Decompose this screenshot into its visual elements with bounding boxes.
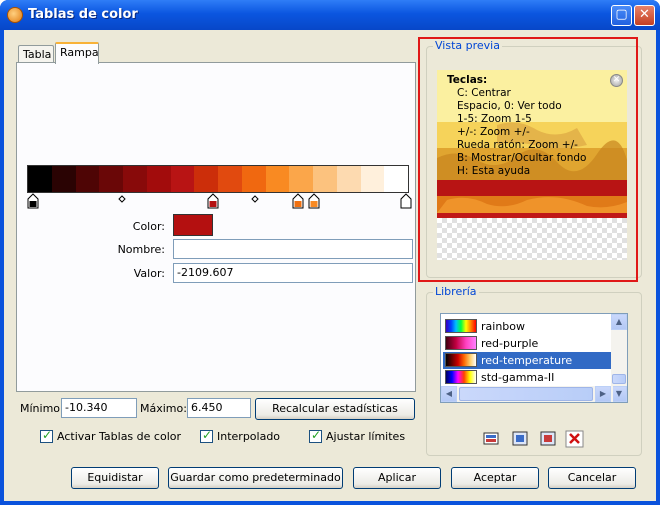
name-label: Nombre:	[117, 243, 165, 256]
library-horizontal-scrollbar[interactable]: ◀ ▶	[441, 386, 613, 402]
stop-marker-white	[400, 193, 412, 209]
ramp-segment	[289, 166, 313, 192]
save-library-icon[interactable]	[539, 430, 559, 448]
app-icon	[7, 7, 23, 23]
max-label: Máximo:	[140, 402, 187, 415]
import-library-icon[interactable]	[482, 430, 502, 448]
help-line: Espacio, 0: Ver todo	[457, 100, 562, 112]
list-item[interactable]: red-purple	[443, 335, 613, 352]
library-vertical-scrollbar[interactable]: ▲ ▼	[611, 314, 627, 402]
scroll-up-icon[interactable]: ▲	[611, 314, 627, 330]
list-item[interactable]: rainbow	[443, 318, 613, 335]
ramp-segment	[170, 166, 195, 192]
equidistar-button[interactable]: Equidistar	[71, 467, 159, 489]
transparent-background	[437, 218, 627, 260]
export-library-icon[interactable]	[511, 430, 531, 448]
tab-rampa[interactable]: Rampa	[55, 42, 99, 64]
preview-canvas[interactable]: ✕ Teclas: C: Centrar Espacio, 0: Ver tod…	[437, 70, 627, 260]
stop-marker-red	[207, 193, 219, 209]
ramp-segment	[360, 166, 385, 192]
help-line: Rueda ratón: Zoom +/-	[457, 139, 578, 151]
color-label: Color:	[132, 220, 165, 233]
color-ramp[interactable]	[27, 165, 409, 193]
library-title: Librería	[433, 285, 479, 298]
min-label: Mínimo:	[20, 402, 64, 415]
ramp-thumbnail	[445, 353, 477, 367]
help-line: 1-5: Zoom 1-5	[457, 113, 532, 125]
title-bar[interactable]: Tablas de color ▢ ✕	[0, 0, 660, 30]
activar-checkbox[interactable]	[40, 428, 53, 443]
ramp-segment	[218, 166, 242, 192]
delete-icon[interactable]	[565, 430, 585, 448]
help-line: B: Mostrar/Ocultar fondo	[457, 152, 587, 164]
value-field[interactable]: -2109.607	[173, 263, 413, 283]
min-field[interactable]: -10.340	[61, 398, 137, 418]
save-default-button[interactable]: Guardar como predeterminado	[168, 467, 343, 489]
ajustar-label: Ajustar límites	[326, 430, 406, 443]
midpoint-marker	[251, 195, 259, 203]
dialog-body: Tabla Rampa Color: Nombre: Valor: -2109.…	[4, 30, 656, 501]
maximize-button[interactable]: ▢	[611, 5, 632, 26]
scroll-thumb[interactable]	[612, 374, 626, 384]
ramp-segment	[99, 166, 123, 192]
interpolado-checkbox[interactable]	[200, 428, 213, 443]
window-title: Tablas de color	[28, 7, 138, 22]
ramp-segment	[51, 166, 76, 192]
library-list[interactable]: rainbow red-purple red-temperature std-g…	[440, 313, 628, 403]
ramp-thumbnail	[445, 319, 477, 333]
ramp-segment	[336, 166, 361, 192]
dialog-window: Tablas de color ▢ ✕ Tabla Rampa Color: N…	[0, 0, 660, 505]
ajustar-checkbox[interactable]	[309, 428, 322, 443]
help-line: +/-: Zoom +/-	[457, 126, 530, 138]
name-field[interactable]	[173, 239, 413, 259]
activar-label: Activar Tablas de color	[57, 430, 181, 443]
interpolado-label: Interpolado	[217, 430, 281, 443]
ramp-thumbnail	[445, 370, 477, 384]
cancel-button[interactable]: Cancelar	[548, 467, 636, 489]
recalculate-button[interactable]: Recalcular estadísticas	[255, 398, 415, 420]
help-title: Teclas:	[447, 74, 488, 86]
midpoint-marker	[118, 195, 126, 203]
stop-marker-orange	[308, 193, 320, 209]
keyboard-help: Teclas: C: Centrar Espacio, 0: Ver todo …	[447, 74, 586, 178]
color-swatch[interactable]	[173, 214, 213, 236]
ramp-thumbnail	[445, 336, 477, 350]
ramp-segment	[384, 166, 408, 192]
ramp-segment	[75, 166, 100, 192]
ramp-markers	[27, 193, 412, 209]
scroll-thumb[interactable]	[459, 387, 593, 401]
ramp-segment	[28, 166, 52, 192]
ramp-segment	[313, 166, 337, 192]
ramp-segment	[194, 166, 218, 192]
ramp-segment	[241, 166, 266, 192]
scroll-right-icon[interactable]: ▶	[595, 386, 611, 402]
close-help-icon[interactable]: ✕	[610, 74, 623, 87]
rampa-panel: Color: Nombre: Valor: -2109.607	[16, 62, 416, 392]
scroll-down-icon[interactable]: ▼	[611, 386, 627, 402]
tab-tabla[interactable]: Tabla	[18, 45, 54, 63]
help-line: H: Esta ayuda	[457, 165, 531, 177]
max-field[interactable]: 6.450	[187, 398, 251, 418]
list-item[interactable]: std-gamma-II	[443, 369, 613, 386]
accept-button[interactable]: Aceptar	[451, 467, 539, 489]
close-button[interactable]: ✕	[634, 5, 655, 26]
help-line: C: Centrar	[457, 87, 511, 99]
apply-button[interactable]: Aplicar	[353, 467, 441, 489]
stop-marker-black	[27, 193, 39, 209]
list-item-selected[interactable]: red-temperature	[443, 352, 613, 369]
stop-marker-orange	[292, 193, 304, 209]
ramp-segment	[265, 166, 290, 192]
ramp-segment	[146, 166, 171, 192]
scroll-left-icon[interactable]: ◀	[441, 386, 457, 402]
value-label: Valor:	[133, 267, 165, 280]
ramp-segment	[123, 166, 147, 192]
